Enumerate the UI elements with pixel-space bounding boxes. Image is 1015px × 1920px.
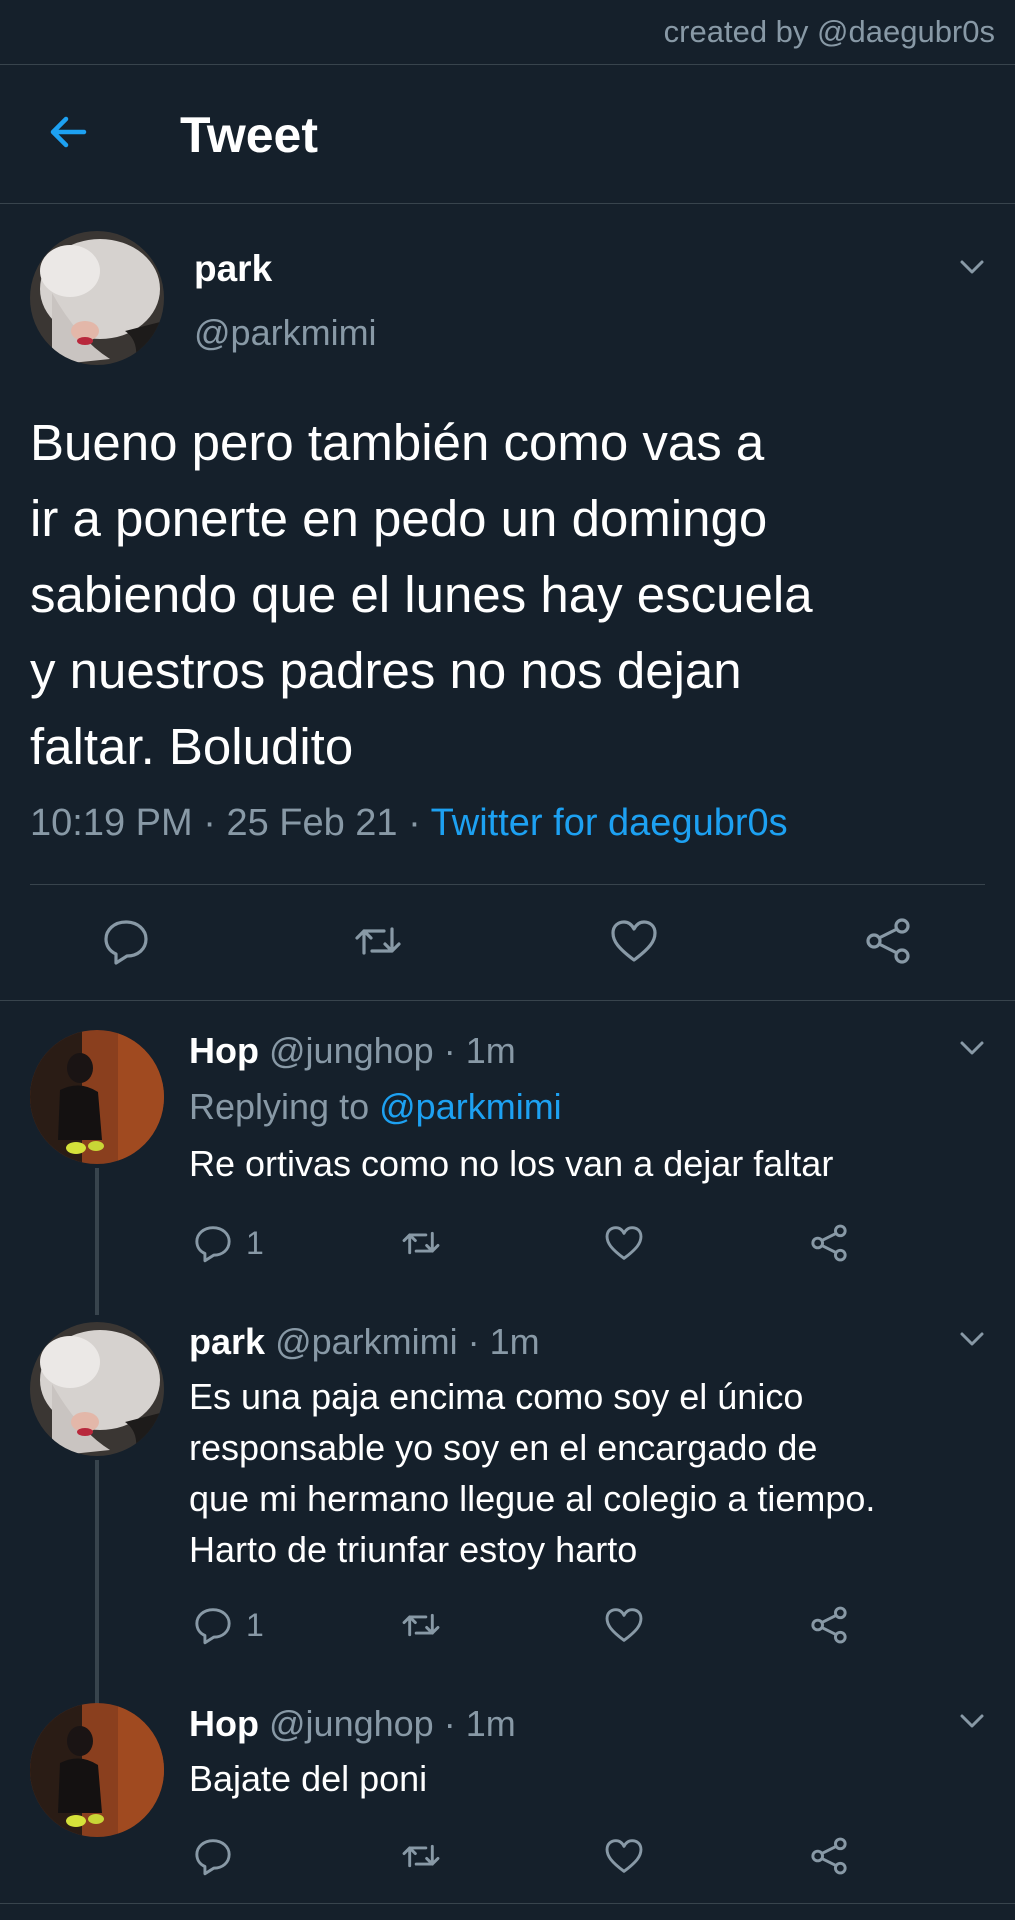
- tweet-source-link[interactable]: Twitter for daegubr0s: [431, 802, 788, 844]
- retweet-button[interactable]: [352, 915, 404, 967]
- chevron-down-icon: [960, 260, 984, 274]
- share-icon: [866, 918, 910, 964]
- author-handle[interactable]: @parkmimi: [194, 312, 377, 354]
- reply-count: 1: [246, 1606, 264, 1643]
- reply-count: 1: [246, 1224, 264, 1261]
- reply-text: Re ortivas como no los van a dejar falta…: [189, 1143, 834, 1184]
- author-name[interactable]: park: [194, 248, 272, 290]
- share-icon: [811, 1606, 847, 1644]
- like-button[interactable]: [603, 1604, 645, 1646]
- replying-to-label: Replying to: [189, 1086, 370, 1127]
- tweet-options-button[interactable]: [955, 1322, 989, 1356]
- tweet-meta: 10:19 PM · 25 Feb 21 · Twitter for daegu…: [30, 802, 788, 845]
- share-button[interactable]: [808, 1222, 850, 1264]
- tweet-options-button[interactable]: [955, 1031, 989, 1065]
- avatar-hop[interactable]: [30, 1030, 164, 1164]
- retweet-button[interactable]: [400, 1835, 442, 1877]
- replying-to-link[interactable]: @parkmimi: [379, 1086, 562, 1127]
- tweet-time: 10:19 PM: [30, 802, 193, 844]
- divider: [0, 203, 1015, 204]
- tweet-options-button[interactable]: [955, 250, 989, 284]
- divider: [0, 1000, 1015, 1001]
- chevron-down-icon: [960, 1041, 984, 1055]
- reply-button[interactable]: 1: [192, 1604, 264, 1646]
- heart-icon: [605, 1608, 643, 1642]
- like-button[interactable]: [603, 1835, 645, 1877]
- comment-icon: [195, 1608, 231, 1645]
- reply-header: Hop @junghop · 1m: [189, 1703, 516, 1745]
- reply-text: Es una paja encima como soy el único res…: [189, 1376, 876, 1570]
- arrow-left-icon: [50, 116, 87, 148]
- retweet-icon: [402, 1613, 440, 1637]
- avatar-park[interactable]: [30, 1322, 164, 1456]
- page-title: Tweet: [180, 107, 318, 163]
- reply-author-handle[interactable]: @junghop: [269, 1030, 434, 1071]
- reply-button[interactable]: [100, 915, 152, 967]
- heart-icon: [605, 1839, 643, 1873]
- reply-author-name[interactable]: Hop: [189, 1703, 259, 1744]
- chevron-down-icon: [960, 1714, 984, 1728]
- share-icon: [811, 1837, 847, 1875]
- reply-author-handle[interactable]: @junghop: [269, 1703, 434, 1744]
- reply-author-name[interactable]: Hop: [189, 1030, 259, 1071]
- comment-icon: [195, 1839, 231, 1876]
- replying-to: Replying to @parkmimi: [189, 1086, 562, 1128]
- retweet-icon: [402, 1844, 440, 1868]
- reply-author-name[interactable]: park: [189, 1321, 265, 1362]
- tweet-options-button[interactable]: [955, 1704, 989, 1738]
- meta-separator: ·: [443, 1030, 456, 1071]
- comment-icon: [195, 1226, 231, 1263]
- meta-separator: ·: [203, 802, 216, 844]
- like-button[interactable]: [608, 915, 660, 967]
- reply-button[interactable]: [192, 1835, 246, 1877]
- retweet-icon: [355, 927, 401, 955]
- share-icon: [811, 1224, 847, 1262]
- reply-header: park @parkmimi · 1m: [189, 1321, 540, 1363]
- chevron-down-icon: [960, 1332, 984, 1346]
- share-button[interactable]: [808, 1835, 850, 1877]
- reply-text: Bajate del poni: [189, 1758, 428, 1799]
- tweet-text: Bueno pero también como vas a ir a poner…: [30, 414, 813, 775]
- share-button[interactable]: [808, 1604, 850, 1646]
- heart-icon: [611, 920, 657, 962]
- tweet-date: 25 Feb 21: [226, 802, 398, 844]
- reply-age: 1m: [465, 1703, 516, 1744]
- reply-age: 1m: [465, 1030, 516, 1071]
- back-button[interactable]: [44, 108, 92, 156]
- meta-separator: ·: [443, 1703, 456, 1744]
- retweet-button[interactable]: [400, 1222, 442, 1264]
- reply-author-handle[interactable]: @parkmimi: [275, 1321, 458, 1362]
- comment-icon: [104, 920, 148, 965]
- divider: [30, 884, 985, 885]
- reply-header: Hop @junghop · 1m: [189, 1030, 516, 1072]
- reply-button[interactable]: 1: [192, 1222, 264, 1264]
- reply-age: 1m: [489, 1321, 540, 1362]
- thread-line: [95, 1460, 99, 1705]
- share-button[interactable]: [862, 915, 914, 967]
- heart-icon: [605, 1226, 643, 1260]
- avatar-park[interactable]: [30, 231, 164, 365]
- meta-separator: ·: [408, 802, 421, 844]
- retweet-button[interactable]: [400, 1604, 442, 1646]
- watermark-text: created by @daegubr0s: [663, 14, 995, 49]
- like-button[interactable]: [603, 1222, 645, 1264]
- divider: [0, 64, 1015, 65]
- divider: [0, 1903, 1015, 1904]
- meta-separator: ·: [467, 1321, 480, 1362]
- thread-line: [95, 1168, 99, 1315]
- retweet-icon: [402, 1231, 440, 1255]
- avatar-hop[interactable]: [30, 1703, 164, 1837]
